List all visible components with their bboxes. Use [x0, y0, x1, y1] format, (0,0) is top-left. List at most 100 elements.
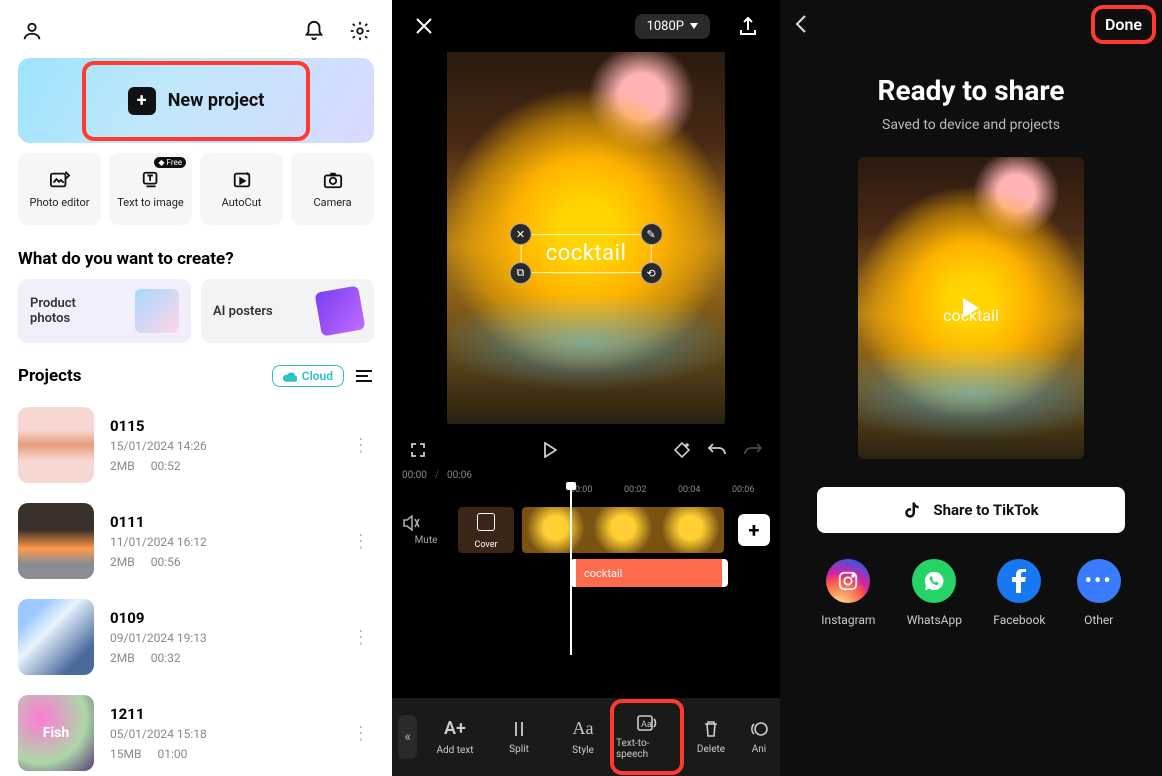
project-item[interactable]: 0111 11/01/2024 16:12 2MB00:56 ⋮	[18, 493, 374, 589]
more-icon[interactable]: ⋮	[348, 531, 374, 552]
autocut-icon	[231, 170, 253, 190]
editor-top-bar: 1080P	[392, 0, 780, 52]
tool-autocut[interactable]: AutoCut	[200, 153, 283, 225]
new-project-label: New project	[168, 90, 265, 111]
tool-split[interactable]: Split	[488, 705, 550, 769]
facebook-icon	[997, 559, 1041, 603]
camera-icon	[322, 170, 344, 190]
home-pane: + New project Photo editor ◆ Free Text t…	[0, 0, 392, 776]
photo-editor-icon	[49, 170, 71, 190]
ai-posters-art	[315, 286, 366, 337]
tool-style[interactable]: Aa Style	[552, 705, 614, 769]
toolbar-back-icon[interactable]: «	[398, 715, 417, 759]
cover-button[interactable]: Cover	[458, 507, 514, 553]
handle-copy-icon[interactable]: ⧉	[510, 262, 532, 284]
tool-animation[interactable]: Ani	[744, 705, 774, 769]
handle-resize-icon[interactable]: ⟲	[640, 262, 662, 284]
text-to-image-icon	[140, 170, 162, 190]
project-item[interactable]: 0115 15/01/2024 14:26 2MB00:52 ⋮	[18, 397, 374, 493]
timeline[interactable]: 00:00 00:02 00:04 00:06 Mute Cover + coc…	[392, 485, 780, 615]
tool-text-to-image[interactable]: ◆ Free Text to image	[109, 153, 192, 225]
editor-toolbar: « A+ Add text Split Aa Style Aa Text-to-…	[392, 698, 780, 776]
projects-heading: Projects	[18, 366, 81, 386]
tool-photo-editor[interactable]: Photo editor	[18, 153, 101, 225]
tool-text-to-speech[interactable]: Aa Text-to-speech	[616, 705, 678, 769]
fullscreen-icon[interactable]	[410, 442, 426, 458]
mute-icon	[402, 515, 420, 531]
text-clip[interactable]: cocktail	[570, 559, 728, 587]
close-icon[interactable]	[410, 12, 438, 40]
tts-icon: Aa	[636, 714, 658, 732]
home-top-bar	[18, 10, 374, 52]
profile-icon[interactable]	[18, 17, 46, 45]
style-icon: Aa	[573, 718, 594, 739]
more-icon[interactable]: ⋮	[348, 627, 374, 648]
timeline-ruler: 00:00 00:02 00:04 00:06	[392, 485, 780, 503]
svg-text:Aa: Aa	[641, 720, 652, 730]
sort-icon[interactable]	[354, 368, 374, 384]
project-thumb	[18, 503, 94, 579]
share-preview[interactable]: cocktail	[858, 157, 1084, 459]
transport-bar	[392, 430, 780, 470]
tool-delete[interactable]: Delete	[680, 705, 742, 769]
add-clip-button[interactable]: +	[738, 514, 770, 546]
project-thumb	[18, 407, 94, 483]
time-readout: 00:00/00:06	[392, 470, 780, 481]
share-subtitle: Saved to device and projects	[780, 117, 1162, 133]
plus-icon: +	[128, 87, 156, 115]
video-clip[interactable]	[522, 507, 724, 553]
share-instagram[interactable]: Instagram	[821, 559, 875, 627]
gear-icon[interactable]	[346, 17, 374, 45]
social-row: Instagram WhatsApp Facebook ••• Other	[780, 559, 1162, 627]
add-text-icon: A+	[444, 718, 466, 739]
instagram-icon	[826, 559, 870, 603]
share-whatsapp[interactable]: WhatsApp	[907, 559, 962, 627]
cloud-button[interactable]: Cloud	[272, 365, 344, 387]
tool-row: Photo editor ◆ Free Text to image AutoCu…	[18, 153, 374, 225]
delete-icon	[703, 720, 719, 738]
new-project-card[interactable]: + New project	[18, 58, 374, 143]
tool-camera[interactable]: Camera	[291, 153, 374, 225]
split-icon	[510, 720, 528, 738]
handle-edit-icon[interactable]: ✎	[640, 223, 662, 245]
highlight-done	[1091, 5, 1156, 44]
share-title: Ready to share	[780, 74, 1162, 107]
text-overlay[interactable]: cocktail ✕ ✎ ⧉ ⟲	[521, 234, 652, 273]
handle-delete-icon[interactable]: ✕	[510, 223, 532, 245]
back-icon[interactable]	[794, 14, 808, 34]
mute-button[interactable]: Mute	[402, 515, 450, 546]
editor-pane: 1080P cocktail ✕ ✎ ⧉ ⟲	[392, 0, 780, 776]
video-preview[interactable]: cocktail ✕ ✎ ⧉ ⟲	[447, 52, 725, 424]
more-icon[interactable]: ⋮	[348, 435, 374, 456]
create-question: What do you want to create?	[18, 249, 374, 269]
redo-icon[interactable]	[744, 442, 762, 458]
share-tiktok-button[interactable]: Share to TikTok	[817, 487, 1125, 533]
playhead[interactable]	[570, 485, 572, 655]
tiktok-icon	[903, 501, 921, 519]
share-top-bar: Done	[780, 0, 1162, 48]
other-icon: •••	[1077, 559, 1121, 603]
more-icon[interactable]: ⋮	[348, 723, 374, 744]
free-badge: ◆ Free	[154, 157, 186, 168]
project-thumb: Fish	[18, 695, 94, 771]
project-item[interactable]: 0109 09/01/2024 19:13 2MB00:32 ⋮	[18, 589, 374, 685]
share-facebook[interactable]: Facebook	[993, 559, 1045, 627]
project-item[interactable]: Fish 1211 05/01/2024 15:18 15MB01:00 ⋮	[18, 685, 374, 776]
whatsapp-icon	[912, 559, 956, 603]
product-photos-art	[135, 289, 179, 333]
bell-icon[interactable]	[300, 17, 328, 45]
share-pane: Done Ready to share Saved to device and …	[780, 0, 1162, 776]
share-other[interactable]: ••• Other	[1077, 559, 1121, 627]
quick-ai-posters[interactable]: AI posters	[201, 279, 374, 343]
play-icon[interactable]	[543, 442, 557, 458]
play-overlay-icon	[963, 298, 979, 318]
quick-create-row: Product photos AI posters	[18, 279, 374, 343]
undo-icon[interactable]	[708, 442, 726, 458]
quick-product-photos[interactable]: Product photos	[18, 279, 191, 343]
projects-header: Projects Cloud	[18, 365, 374, 387]
keyframe-icon[interactable]	[674, 442, 690, 458]
resolution-picker[interactable]: 1080P	[635, 14, 710, 39]
export-icon[interactable]	[734, 12, 762, 40]
chevron-down-icon	[690, 23, 698, 29]
tool-add-text[interactable]: A+ Add text	[424, 705, 486, 769]
